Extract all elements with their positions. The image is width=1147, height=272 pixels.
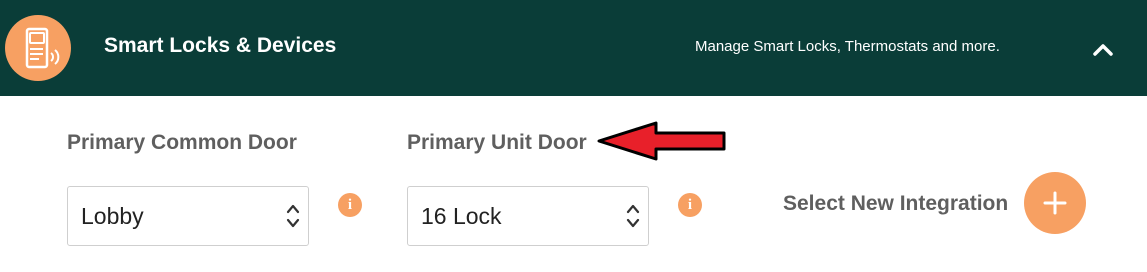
select-integration-label: Select New Integration: [783, 192, 1009, 215]
info-icon[interactable]: i: [338, 193, 362, 217]
add-integration-button[interactable]: [1024, 172, 1086, 234]
select-arrows-icon: [626, 204, 640, 228]
section-title: Smart Locks & Devices: [104, 34, 337, 57]
unit-door-select[interactable]: 16 Lock: [407, 186, 649, 246]
chevron-up-icon[interactable]: [1092, 40, 1114, 58]
section-header[interactable]: Smart Locks & Devices Manage Smart Locks…: [0, 0, 1147, 96]
common-door-label: Primary Common Door: [67, 131, 297, 154]
plus-icon: [1043, 191, 1067, 215]
common-door-value: Lobby: [81, 203, 144, 229]
unit-door-value: 16 Lock: [421, 203, 502, 229]
info-icon[interactable]: i: [678, 193, 702, 217]
smart-lock-icon: [5, 15, 71, 81]
section-subtitle: Manage Smart Locks, Thermostats and more…: [695, 38, 1000, 55]
select-arrows-icon: [286, 204, 300, 228]
common-door-select[interactable]: Lobby: [67, 186, 309, 246]
red-arrow-left-icon: [597, 121, 726, 161]
unit-door-label: Primary Unit Door: [407, 131, 587, 154]
